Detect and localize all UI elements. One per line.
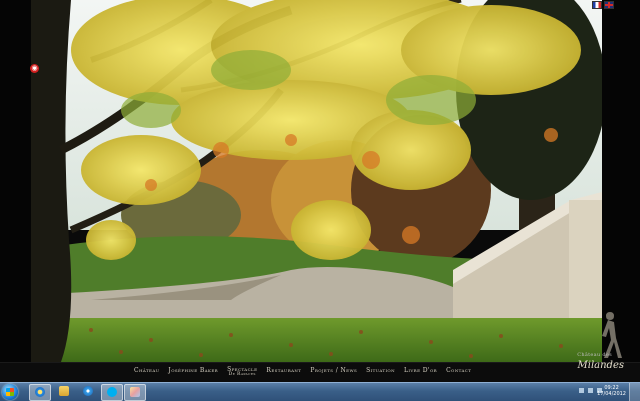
main-nav: Château Joséphine Baker Spectacle de rap…: [0, 362, 640, 382]
left-margin: [0, 0, 31, 362]
taskbar-clock[interactable]: 09:22 17/04/2012: [597, 385, 626, 397]
show-desktop-button[interactable]: [629, 383, 640, 401]
skype-icon: [107, 387, 117, 397]
tray-arrow-icon[interactable]: [579, 388, 584, 393]
uk-flag-icon[interactable]: [604, 1, 614, 9]
nav-item-livre-dor[interactable]: Livre d'or: [404, 368, 437, 377]
windows-logo-icon: [6, 388, 14, 396]
nav-item-projets-news[interactable]: Projets / News: [310, 368, 357, 377]
clock-date: 17/04/2012: [597, 391, 626, 397]
nav-item-chateau[interactable]: Château: [134, 368, 159, 377]
nav-item-contact[interactable]: Contact: [446, 368, 471, 377]
music-toggle-icon[interactable]: ◉: [30, 64, 39, 73]
language-selector: [592, 1, 614, 9]
brand-chateau-text: Château des: [577, 352, 612, 358]
nav-item-josephine-baker[interactable]: Joséphine Baker: [168, 368, 218, 377]
brand-logo[interactable]: Château des Milandes: [558, 312, 630, 380]
nav-item-situation[interactable]: Situation: [366, 368, 395, 377]
browser-page: ◉ Château Joséphine Baker Spectacle de r…: [0, 0, 640, 382]
windows-taskbar: 09:22 17/04/2012: [0, 382, 640, 401]
hero-photo: [31, 0, 602, 362]
taskbar-paint[interactable]: [124, 384, 146, 401]
nav-item-spectacle[interactable]: Spectacle de rapaces: [227, 367, 257, 378]
right-margin: [592, 0, 640, 362]
paint-icon: [130, 387, 140, 397]
brand-name: Milandes: [577, 360, 625, 371]
start-button[interactable]: [2, 384, 18, 400]
taskbar-explorer[interactable]: [54, 384, 74, 399]
network-icon[interactable]: [588, 388, 593, 393]
ie-icon: [35, 387, 45, 397]
media-player-icon: [83, 386, 93, 396]
nav-item-restaurant[interactable]: Restaurant: [266, 368, 301, 377]
fr-flag-icon[interactable]: [592, 1, 602, 9]
explorer-icon: [59, 386, 69, 396]
taskbar-ie[interactable]: [29, 384, 51, 401]
nav-item-sublabel: de rapaces: [228, 372, 256, 377]
taskbar-skype[interactable]: [101, 384, 123, 401]
taskbar-media-player[interactable]: [78, 384, 98, 399]
